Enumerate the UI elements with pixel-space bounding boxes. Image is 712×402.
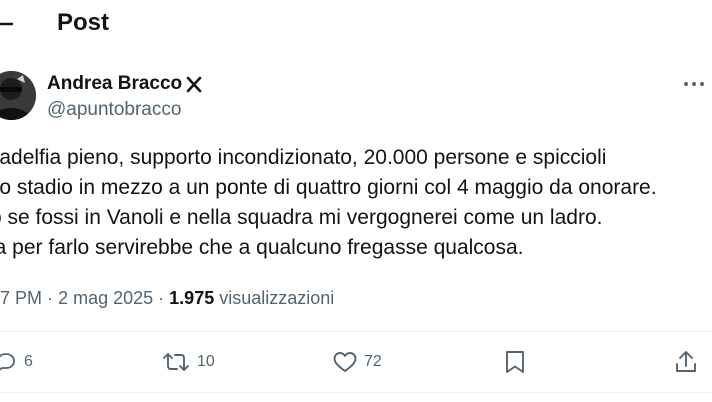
like-count: 72 [364,353,382,370]
repost-button[interactable]: 10 [161,348,215,376]
meta-separator: · [158,288,165,308]
header: Post [0,0,712,48]
tweet-line: la per farlo servirebbe che a qualcuno f… [0,236,524,259]
divider [0,331,712,332]
bookmark-button[interactable] [504,348,526,376]
page-title: Post [57,9,110,36]
views-label: visualizzazioni [219,288,335,308]
reply-icon [0,350,18,374]
meta-separator: · [47,288,54,308]
more-options-icon[interactable] [683,76,705,92]
reply-count: 6 [24,353,33,370]
share-button[interactable] [674,348,698,376]
author-handle[interactable]: @apuntobracco [47,98,181,122]
repost-icon [161,350,191,374]
author-name[interactable]: Andrea Bracco [47,72,182,96]
heart-icon [332,350,358,374]
tweet-line: llo stadio in mezzo a un ponte di quattr… [0,176,657,199]
post-date[interactable]: 2 mag 2025 [58,288,153,308]
repost-count: 10 [197,353,215,370]
views-count: 1.975 [169,288,215,308]
back-arrow-icon[interactable] [0,12,14,36]
tweet-text: iladelfia pieno, supporto incondizionato… [0,143,712,263]
bookmark-icon [504,349,526,375]
post-time[interactable]: 27 PM [0,288,42,308]
avatar[interactable] [0,71,36,120]
tweet-line: o se fossi in Vanoli e nella squadra mi … [0,206,603,229]
post-page: Post Andrea Bracco @apuntobracco iladelf… [0,0,712,402]
like-button[interactable]: 72 [332,348,382,376]
share-icon [674,349,698,375]
x-icon [186,74,202,94]
divider [0,392,712,393]
post-meta: 27 PM · 2 mag 2025 · 1.975 visualizzazio… [0,286,334,310]
tweet-line: iladelfia pieno, supporto incondizionato… [0,146,607,169]
reply-button[interactable]: 6 [0,348,33,376]
